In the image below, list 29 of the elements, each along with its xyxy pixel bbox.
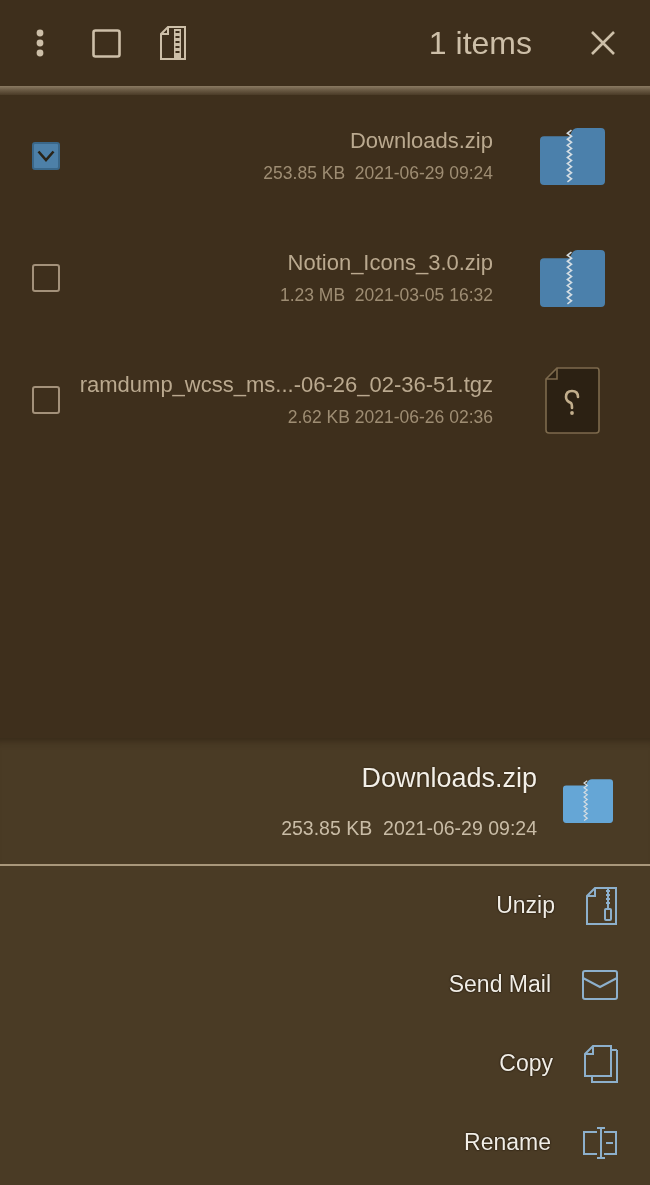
checkbox[interactable] bbox=[32, 264, 60, 292]
file-details: 1.23 MB 2021-03-05 16:32 bbox=[279, 285, 493, 307]
file-details: 253.85 KB 2021-06-29 09:24 bbox=[281, 817, 537, 841]
unknown-file-icon bbox=[545, 366, 600, 434]
menu-item[interactable]: Rename bbox=[0, 1103, 650, 1182]
file-name: ramdump_wcss_ms...-06-26_02-36-51.tgz bbox=[79, 371, 493, 399]
toolbar-title: 1 items bbox=[428, 23, 532, 63]
square-icon[interactable] bbox=[92, 28, 121, 58]
file-name: Notion_Icons_3.0.zip bbox=[287, 249, 493, 277]
copy-icon bbox=[584, 1044, 618, 1083]
zip-file-icon[interactable] bbox=[160, 26, 187, 60]
file-name: Downloads.zip bbox=[349, 127, 493, 155]
checkbox[interactable] bbox=[32, 386, 60, 414]
zip-folder-icon bbox=[540, 249, 605, 307]
menu-item[interactable]: Send Mail bbox=[0, 945, 650, 1024]
zip-file-icon bbox=[586, 886, 618, 925]
envelope-icon bbox=[582, 969, 618, 1000]
checkbox[interactable] bbox=[32, 142, 60, 170]
file-details: 253.85 KB 2021-06-29 09:24 bbox=[263, 163, 493, 185]
zip-folder-icon bbox=[563, 779, 613, 823]
menu-item[interactable]: Copy bbox=[0, 1024, 650, 1103]
check-icon bbox=[37, 150, 55, 162]
rename-icon bbox=[582, 1125, 618, 1160]
more-options-icon[interactable] bbox=[36, 29, 44, 57]
file-name: Downloads.zip bbox=[361, 761, 537, 794]
close-icon[interactable] bbox=[590, 30, 616, 56]
menu-item[interactable]: Unzip bbox=[0, 866, 650, 945]
file-details: 2.62 KB 2021-06-26 02:36 bbox=[287, 407, 493, 429]
zip-folder-icon bbox=[540, 127, 605, 185]
